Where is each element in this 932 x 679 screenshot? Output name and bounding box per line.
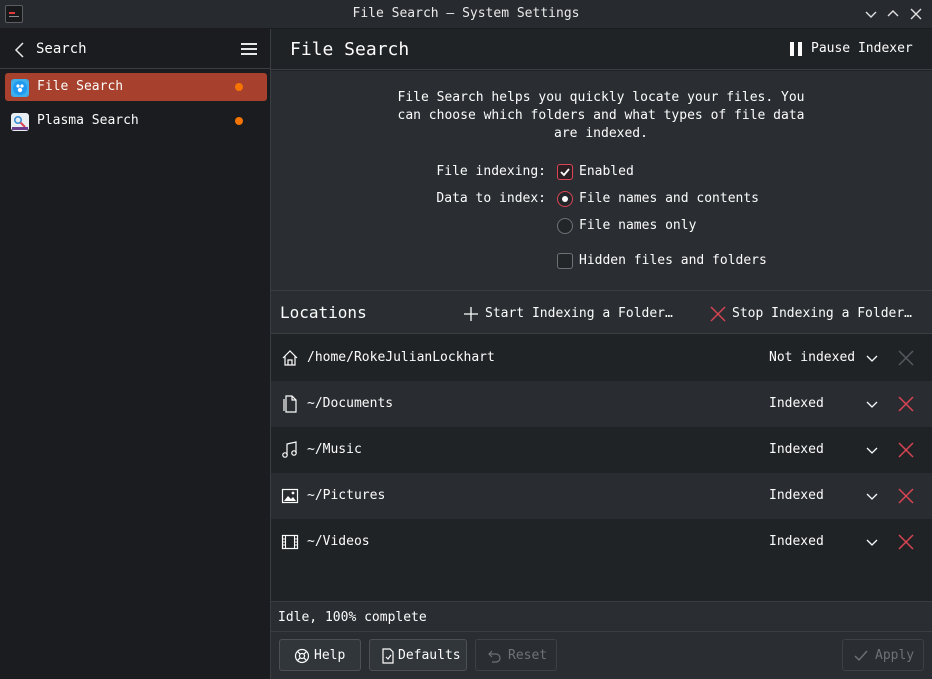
content-area: File Search Pause Indexer File Search he… xyxy=(271,29,932,679)
start-indexing-label: Start Indexing a Folder… xyxy=(485,306,673,321)
modified-indicator xyxy=(235,117,243,125)
undo-icon xyxy=(488,650,501,663)
location-status: Indexed xyxy=(769,488,824,503)
content-header: File Search Pause Indexer xyxy=(271,29,932,70)
location-row[interactable]: ~/Pictures Indexed xyxy=(271,473,932,519)
chevron-down-icon[interactable] xyxy=(865,535,879,549)
minimize-button[interactable] xyxy=(861,4,881,24)
back-button-label: Search xyxy=(36,41,87,57)
footer: Help Defaults Reset Apply xyxy=(271,632,932,679)
remove-location-button[interactable] xyxy=(896,394,916,414)
menu-icon xyxy=(241,43,257,55)
close-window-button[interactable] xyxy=(906,4,926,24)
sidebar-header: Search xyxy=(0,29,270,69)
defaults-button[interactable]: Defaults xyxy=(369,639,467,671)
locations-toolbar: Locations Start Indexing a Folder… Stop … xyxy=(271,290,932,334)
reset-label: Reset xyxy=(508,648,548,663)
remove-location-button[interactable] xyxy=(896,532,916,552)
chevron-up-icon xyxy=(887,10,899,17)
settings-panel: File Search helps you quickly locate you… xyxy=(271,71,932,290)
location-status: Indexed xyxy=(769,396,824,411)
location-row[interactable]: ~/Documents Indexed xyxy=(271,381,932,427)
location-row[interactable]: ~/Music Indexed xyxy=(271,427,932,473)
hidden-files-label: Hidden files and folders xyxy=(579,253,767,268)
location-path: ~/Videos xyxy=(307,534,370,549)
sidebar-item-plasma-search[interactable]: Plasma Search xyxy=(5,107,267,135)
start-indexing-folder-button[interactable]: Start Indexing a Folder… xyxy=(461,303,681,325)
locations-title: Locations xyxy=(280,303,367,322)
remove-location-button xyxy=(898,350,914,366)
chevron-down-icon[interactable] xyxy=(865,397,879,411)
file-indexing-label: File indexing: xyxy=(436,164,546,179)
location-row[interactable]: /home/RokeJulianLockhart Not indexed xyxy=(271,335,932,381)
checkmark-icon xyxy=(854,650,868,662)
sidebar-item-label: File Search xyxy=(37,79,124,94)
location-path: ~/Documents xyxy=(307,396,394,411)
page-title: File Search xyxy=(290,39,410,60)
home-icon xyxy=(282,350,298,366)
description-line: are indexed. xyxy=(554,126,648,141)
location-path: /home/RokeJulianLockhart xyxy=(307,350,495,365)
help-label: Help xyxy=(314,648,346,663)
location-row[interactable]: ~/Videos Indexed xyxy=(271,519,932,565)
file-names-only-radio[interactable] xyxy=(557,218,573,234)
apply-label: Apply xyxy=(875,648,915,663)
plus-icon xyxy=(464,307,478,321)
maximize-button[interactable] xyxy=(883,4,903,24)
pause-indexer-button[interactable]: Pause Indexer xyxy=(786,39,926,61)
window-title: File Search — System Settings xyxy=(352,6,580,21)
checkmark-icon xyxy=(560,168,570,177)
stop-indexing-label: Stop Indexing a Folder… xyxy=(732,306,913,321)
remove-icon xyxy=(710,306,726,322)
hidden-files-checkbox[interactable] xyxy=(557,253,573,269)
baloo-icon xyxy=(11,79,29,97)
file-names-and-contents-radio[interactable] xyxy=(557,191,573,207)
sidebar: Search File Search Plasma Search xyxy=(0,29,271,679)
file-indexing-checkbox[interactable] xyxy=(557,164,573,180)
location-status: Indexed xyxy=(769,534,824,549)
modified-indicator xyxy=(235,83,243,91)
title-bar: File Search — System Settings xyxy=(0,0,932,29)
location-status: Indexed xyxy=(769,442,824,457)
sidebar-item-label: Plasma Search xyxy=(37,113,139,128)
sidebar-item-file-search[interactable]: File Search xyxy=(5,73,267,101)
help-icon xyxy=(294,648,310,664)
music-icon xyxy=(282,441,297,458)
chevron-down-icon[interactable] xyxy=(865,443,879,457)
chevron-left-icon xyxy=(14,42,24,58)
file-names-only-label: File names only xyxy=(579,218,697,233)
document-defaults-icon xyxy=(382,648,394,664)
help-button[interactable]: Help xyxy=(279,639,361,671)
chevron-down-icon xyxy=(865,11,877,18)
location-path: ~/Pictures xyxy=(307,488,386,503)
pause-indexer-label: Pause Indexer xyxy=(811,41,913,56)
reset-button[interactable]: Reset xyxy=(475,639,557,671)
defaults-label: Defaults xyxy=(398,648,461,663)
location-path: ~/Music xyxy=(307,442,362,457)
hamburger-menu-button[interactable] xyxy=(240,41,258,57)
remove-location-button[interactable] xyxy=(896,486,916,506)
back-button[interactable]: Search xyxy=(10,39,100,61)
description-line: can choose which folders and what types … xyxy=(397,108,805,123)
location-status: Not indexed xyxy=(769,350,856,365)
description-line: File Search helps you quickly locate you… xyxy=(397,90,805,105)
locations-list: /home/RokeJulianLockhart Not indexed ~/D… xyxy=(271,335,932,601)
description: File Search helps you quickly locate you… xyxy=(391,89,811,143)
file-names-and-contents-label: File names and contents xyxy=(579,191,760,206)
close-icon xyxy=(910,8,922,20)
apply-button[interactable]: Apply xyxy=(842,639,924,671)
pause-icon xyxy=(790,42,802,56)
krunner-icon xyxy=(11,113,29,131)
videos-icon xyxy=(281,534,299,550)
pictures-icon xyxy=(281,488,299,504)
indexer-status-text: Idle, 100% complete xyxy=(278,610,427,625)
status-bar: Idle, 100% complete xyxy=(271,601,932,632)
enabled-label: Enabled xyxy=(579,164,634,179)
stop-indexing-folder-button[interactable]: Stop Indexing a Folder… xyxy=(708,303,928,325)
chevron-down-icon[interactable] xyxy=(865,351,879,365)
data-to-index-label: Data to index: xyxy=(436,191,546,206)
documents-icon xyxy=(283,395,297,413)
chevron-down-icon[interactable] xyxy=(865,489,879,503)
remove-location-button[interactable] xyxy=(896,440,916,460)
